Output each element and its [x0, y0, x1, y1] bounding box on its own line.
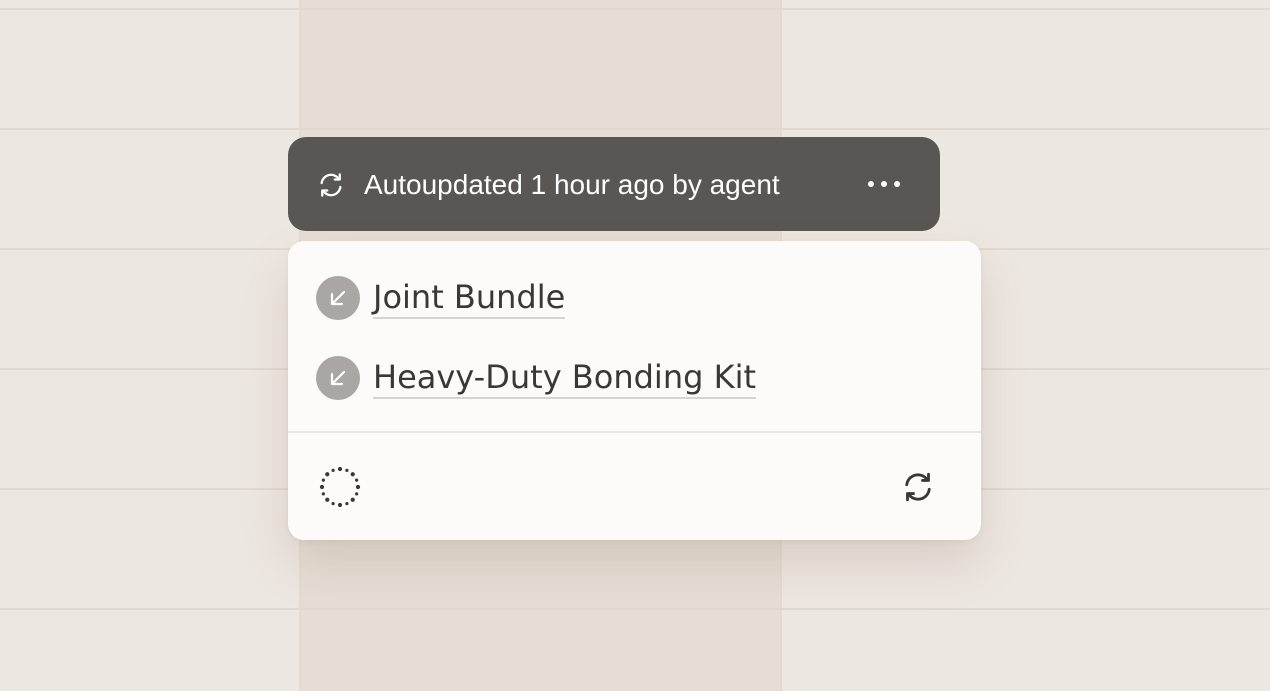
spinner-dot	[355, 478, 359, 482]
spinner-dot	[331, 502, 335, 506]
spinner-dot	[321, 478, 325, 482]
more-horizontal-icon	[868, 181, 874, 187]
arrow-down-left-icon	[316, 356, 360, 400]
spinner-dot	[355, 484, 361, 490]
grid-line	[0, 128, 1270, 130]
spinner-dot	[321, 492, 325, 496]
more-horizontal-icon	[881, 181, 887, 187]
spinner-dot	[319, 484, 325, 490]
grid-line	[0, 608, 1270, 610]
more-horizontal-icon	[894, 181, 900, 187]
refresh-button[interactable]	[900, 469, 936, 505]
spinner-dot	[350, 497, 355, 502]
more-options-button[interactable]	[858, 169, 910, 199]
loading-spinner-icon	[319, 466, 361, 508]
linked-item[interactable]: Heavy-Duty Bonding Kit	[316, 355, 756, 401]
linked-item[interactable]: Joint Bundle	[316, 275, 566, 321]
autoupdate-status-text: Autoupdated 1 hour ago by agent	[364, 169, 780, 200]
spinner-dot	[337, 502, 343, 508]
spinner-dot	[337, 466, 343, 472]
spinner-dot	[325, 497, 330, 502]
grid-line	[0, 8, 1270, 10]
card-divider	[288, 431, 981, 433]
spinner-dot	[350, 472, 355, 477]
refresh-icon	[320, 173, 342, 197]
linked-item-label[interactable]: Heavy-Duty Bonding Kit	[373, 357, 756, 399]
autoupdate-status-bar: Autoupdated 1 hour ago by agent	[288, 137, 940, 231]
spinner-dot	[331, 468, 335, 472]
linked-items-card: Joint Bundle Heavy-Duty Bonding Kit	[288, 241, 981, 540]
spinner-dot	[325, 472, 330, 477]
arrow-down-left-icon	[316, 276, 360, 320]
spinner-dot	[345, 468, 349, 472]
linked-item-label[interactable]: Joint Bundle	[373, 277, 566, 319]
spinner-dot	[355, 492, 359, 496]
spinner-dot	[345, 502, 349, 506]
